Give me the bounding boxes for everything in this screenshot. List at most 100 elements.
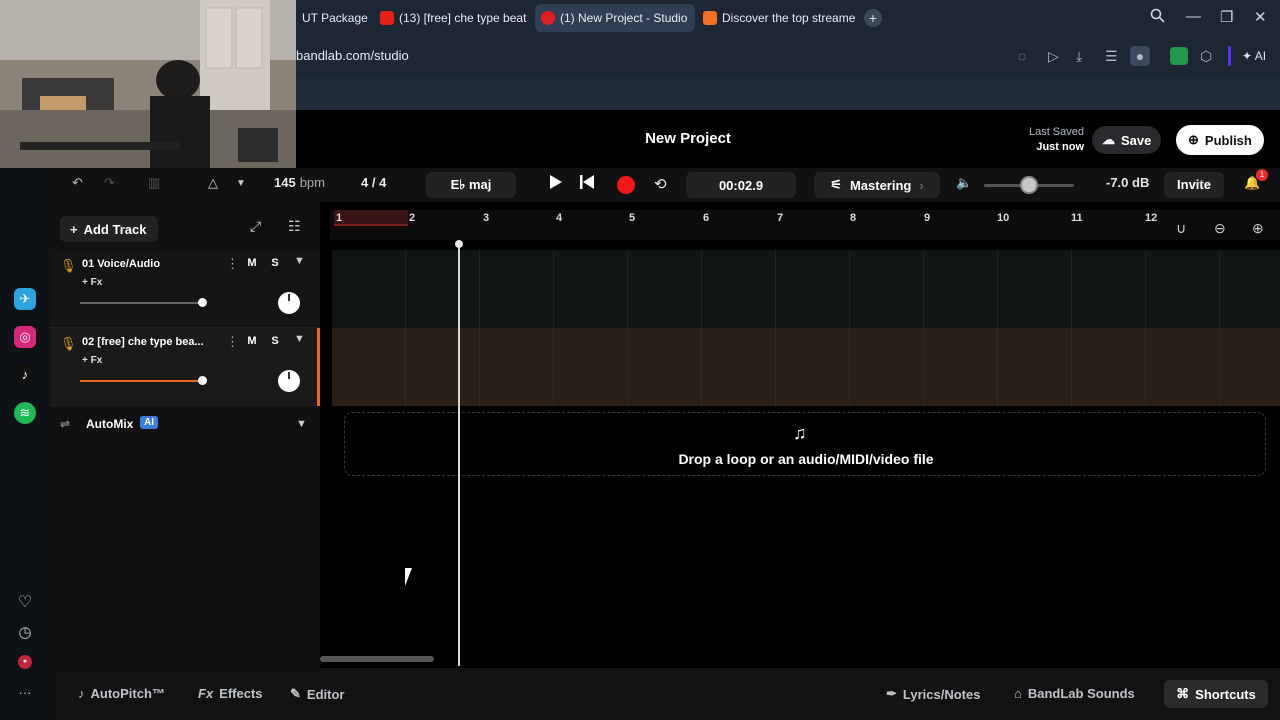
search-tabs-icon[interactable] xyxy=(1150,8,1165,27)
add-track-label: Add Track xyxy=(83,221,147,237)
metronome-dropdown-chevron-icon[interactable]: ▼ xyxy=(236,178,246,189)
history-icon[interactable]: ◷ xyxy=(14,622,36,644)
publish-label: Publish xyxy=(1204,132,1252,148)
track-name[interactable]: 02 [free] che type bea... xyxy=(82,336,222,348)
invite-button[interactable]: Invite xyxy=(1164,172,1224,198)
track-volume-knob[interactable] xyxy=(198,298,207,307)
effects-button[interactable]: Fx Effects xyxy=(198,686,263,701)
zoom-in-icon[interactable]: ⊕ xyxy=(1252,220,1264,237)
undo-icon[interactable]: ↶ xyxy=(72,175,83,191)
track-che-type-beat[interactable]: 🎙 02 [free] che type bea... ⋮ M S ▼ + Fx xyxy=(50,328,320,406)
bandlab-sounds-button[interactable]: ⌂ BandLab Sounds xyxy=(1014,686,1135,701)
chevron-down-icon[interactable]: ▼ xyxy=(294,333,305,345)
telegram-icon[interactable]: ✈ xyxy=(14,288,36,310)
divider xyxy=(1228,46,1231,66)
autopitch-button[interactable]: ♪ AutoPitch™ xyxy=(78,686,165,701)
piano-keys-icon[interactable]: ▥ xyxy=(148,175,160,191)
loop-region[interactable] xyxy=(334,210,408,226)
tab-ut-package[interactable]: UT Package xyxy=(296,4,370,32)
profile-icon[interactable]: ● xyxy=(1130,46,1150,66)
solo-button[interactable]: S xyxy=(267,257,283,269)
track-lane-che-type-beat[interactable] xyxy=(332,328,1280,406)
extension-green-icon[interactable] xyxy=(1170,47,1188,65)
redo-icon[interactable]: ↷ xyxy=(104,175,115,191)
speaker-icon[interactable]: 🔈 xyxy=(956,175,972,191)
download-icon[interactable]: ⤓ xyxy=(1076,48,1082,65)
url-field[interactable]: bandlab.com/studio xyxy=(296,48,409,63)
track-voice-audio[interactable]: 🎙 01 Voice/Audio ⋮ M S ▼ + Fx xyxy=(50,250,320,328)
time-signature[interactable]: 4 / 4 xyxy=(361,175,386,190)
cube-extension-icon[interactable]: ⬡ xyxy=(1200,48,1212,65)
more-icon[interactable]: ··· xyxy=(14,682,36,704)
volume-db: -7.0 dB xyxy=(1106,175,1150,190)
tab-bandlab-studio[interactable]: (1) New Project - Studio xyxy=(535,4,695,32)
loop-icon[interactable]: ⟲ xyxy=(654,175,667,193)
timeline-ruler[interactable]: 1 2 3 4 5 6 7 8 9 10 11 12 ∪ ⊖ ⊕ xyxy=(330,210,1280,240)
chevron-down-icon[interactable]: ▼ xyxy=(296,418,307,430)
save-button[interactable]: ☁ Save xyxy=(1092,126,1162,154)
mastering-button[interactable]: ⚟ Mastering › xyxy=(814,172,940,198)
shield-icon[interactable]: ◌ xyxy=(1018,48,1026,64)
menu-icon[interactable]: ☰ xyxy=(1105,48,1118,65)
tiktok-icon[interactable]: ♪ xyxy=(14,364,36,386)
ai-button[interactable]: ✦ AI xyxy=(1242,49,1266,63)
metronome-icon[interactable]: △ xyxy=(208,175,218,191)
spotify-icon[interactable]: ≋ xyxy=(14,402,36,424)
restore-icon[interactable]: ❐ xyxy=(1220,8,1233,26)
magnet-snap-icon[interactable]: ∪ xyxy=(1176,220,1186,237)
mute-button[interactable]: M xyxy=(244,335,260,347)
track-lane-voice-audio[interactable] xyxy=(332,250,1280,328)
add-fx-button[interactable]: + Fx xyxy=(82,355,102,366)
tab-label: UT Package xyxy=(302,11,368,25)
track-menu-icon[interactable]: ⋮ xyxy=(226,256,239,272)
add-track-button[interactable]: + Add Track xyxy=(60,216,158,242)
mute-button[interactable]: M xyxy=(244,257,260,269)
skip-to-start-icon[interactable] xyxy=(580,175,594,189)
bar-number: 11 xyxy=(1071,212,1083,224)
playhead[interactable] xyxy=(458,244,460,666)
track-menu-icon[interactable]: ⋮ xyxy=(226,334,239,350)
solo-button[interactable]: S xyxy=(267,335,283,347)
mixer-icon[interactable]: ☷ xyxy=(288,218,301,235)
bpm-unit: bpm xyxy=(299,175,325,190)
master-volume-knob[interactable] xyxy=(1020,176,1038,194)
tab-soundcloud[interactable]: Discover the top streamed xyxy=(697,4,855,32)
record-button[interactable] xyxy=(617,176,635,194)
automation-icon[interactable]: ⤢ xyxy=(250,218,261,235)
horizontal-scrollbar[interactable] xyxy=(320,656,434,662)
timeline[interactable]: 1 2 3 4 5 6 7 8 9 10 11 12 ∪ ⊖ ⊕ ♫ Drop … xyxy=(320,210,1280,668)
chevron-down-icon[interactable]: ▼ xyxy=(294,255,305,267)
tab-label: (1) New Project - Studio xyxy=(560,11,688,25)
bar-number: 8 xyxy=(850,212,857,224)
track-volume-knob[interactable] xyxy=(198,376,207,385)
heart-icon[interactable]: ♡ xyxy=(14,592,36,614)
pan-knob[interactable] xyxy=(278,292,300,314)
new-tab-icon[interactable]: + xyxy=(864,9,882,27)
ai-label: AI xyxy=(1254,49,1267,63)
key-selector[interactable]: E♭ maj xyxy=(426,172,516,198)
tab-youtube[interactable]: (13) [free] che type beat - xyxy=(374,4,530,32)
bpm-field[interactable]: 145 bpm xyxy=(274,175,325,190)
zoom-out-icon[interactable]: ⊖ xyxy=(1214,220,1226,237)
minimize-icon[interactable]: — xyxy=(1186,8,1201,25)
close-icon[interactable]: ✕ xyxy=(1254,8,1267,26)
track-name[interactable]: 01 Voice/Audio xyxy=(82,258,222,270)
shortcuts-button[interactable]: ⌘ Shortcuts xyxy=(1164,680,1268,708)
instagram-icon[interactable]: ◎ xyxy=(14,326,36,348)
pan-knob[interactable] xyxy=(278,370,300,392)
bandlab-icon xyxy=(541,11,555,25)
editor-button[interactable]: ✎ Editor xyxy=(290,686,344,702)
record-app-icon[interactable]: ● xyxy=(18,655,32,669)
add-fx-button[interactable]: + Fx xyxy=(82,277,102,288)
track-volume-slider[interactable] xyxy=(80,380,202,382)
track-volume-slider[interactable] xyxy=(80,302,202,304)
drop-zone[interactable]: ♫ Drop a loop or an audio/MIDI/video fil… xyxy=(344,412,1266,476)
fx-icon: Fx xyxy=(198,686,214,701)
play-extension-icon[interactable]: ▷ xyxy=(1048,48,1059,65)
project-title[interactable]: New Project xyxy=(623,130,753,147)
lyrics-notes-button[interactable]: ✒ Lyrics/Notes xyxy=(886,686,980,702)
play-icon[interactable] xyxy=(550,175,562,189)
automix-row[interactable]: ⇌ AutoMix AI ▼ xyxy=(50,410,320,440)
publish-button[interactable]: ⊕ Publish xyxy=(1176,125,1264,155)
playhead-handle[interactable] xyxy=(455,240,463,248)
